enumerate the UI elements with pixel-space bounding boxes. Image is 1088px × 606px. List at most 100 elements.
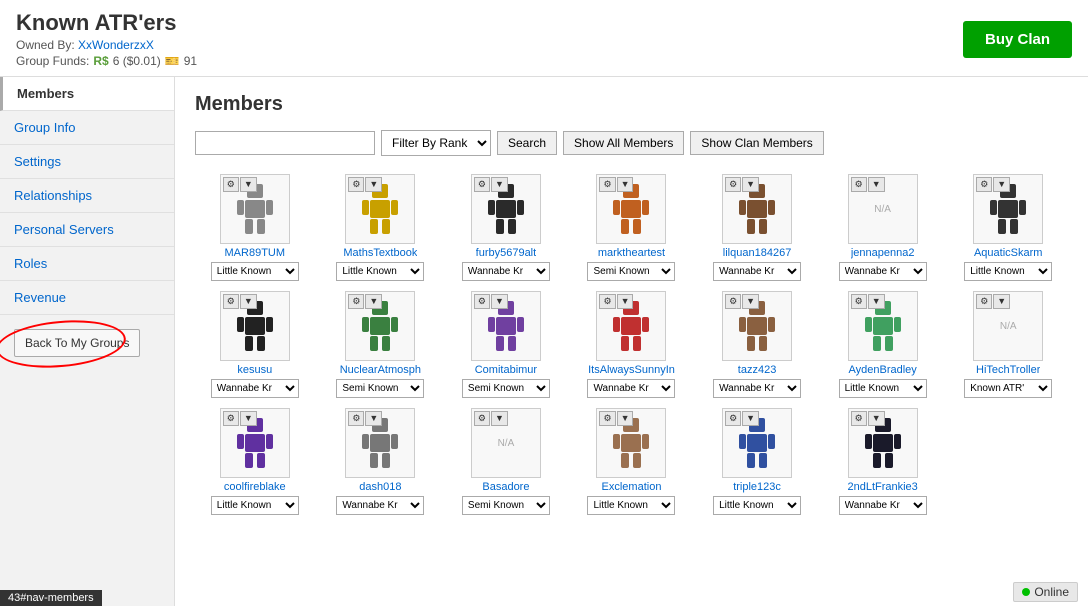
avatar-box: ⚙▼ bbox=[596, 291, 666, 361]
rank-select[interactable]: Little KnownSemi KnownWannabe KrKnown AT… bbox=[587, 496, 675, 515]
show-clan-members-button[interactable]: Show Clan Members bbox=[690, 131, 823, 155]
member-name[interactable]: 2ndLtFrankie3 bbox=[847, 481, 917, 493]
rank-select[interactable]: Little KnownSemi KnownWannabe KrKnown AT… bbox=[462, 379, 550, 398]
chevron-down-icon[interactable]: ▼ bbox=[240, 411, 257, 426]
rank-select[interactable]: Little KnownSemi KnownWannabe KrKnown AT… bbox=[713, 262, 801, 281]
member-name[interactable]: Exclemation bbox=[602, 481, 662, 493]
chevron-down-icon[interactable]: ▼ bbox=[365, 294, 382, 309]
gear-icon[interactable]: ⚙ bbox=[976, 294, 992, 309]
gear-icon[interactable]: ⚙ bbox=[223, 411, 239, 426]
buy-clan-button[interactable]: Buy Clan bbox=[963, 21, 1072, 58]
rank-select[interactable]: Little KnownSemi KnownWannabe KrKnown AT… bbox=[211, 496, 299, 515]
member-name[interactable]: AquaticSkarm bbox=[974, 247, 1042, 259]
rank-select[interactable]: Little KnownSemi KnownWannabe KrKnown AT… bbox=[713, 379, 801, 398]
member-name[interactable]: Basadore bbox=[482, 481, 529, 493]
member-name[interactable]: ItsAlwaysSunnyIn bbox=[588, 364, 675, 376]
member-name[interactable]: coolfireblake bbox=[224, 481, 286, 493]
member-name[interactable]: Comitabimur bbox=[475, 364, 537, 376]
gear-icon[interactable]: ⚙ bbox=[851, 177, 867, 192]
rank-select[interactable]: Little KnownSemi KnownWannabe KrKnown AT… bbox=[587, 379, 675, 398]
rank-select[interactable]: Little KnownSemi KnownWannabe KrKnown AT… bbox=[211, 379, 299, 398]
chevron-down-icon[interactable]: ▼ bbox=[868, 294, 885, 309]
chevron-down-icon[interactable]: ▼ bbox=[868, 177, 885, 192]
sidebar-item-personal-servers[interactable]: Personal Servers bbox=[0, 213, 174, 247]
gear-icon[interactable]: ⚙ bbox=[348, 177, 364, 192]
member-name[interactable]: furby5679alt bbox=[476, 247, 537, 259]
chevron-down-icon[interactable]: ▼ bbox=[742, 411, 759, 426]
chevron-down-icon[interactable]: ▼ bbox=[240, 294, 257, 309]
member-name[interactable]: HiTechTroller bbox=[976, 364, 1040, 376]
member-name[interactable]: dash018 bbox=[359, 481, 401, 493]
sidebar-item-settings[interactable]: Settings bbox=[0, 145, 174, 179]
chevron-down-icon[interactable]: ▼ bbox=[365, 411, 382, 426]
sidebar-item-group-info[interactable]: Group Info bbox=[0, 111, 174, 145]
member-name[interactable]: kesusu bbox=[237, 364, 272, 376]
member-name[interactable]: tazz423 bbox=[738, 364, 777, 376]
rank-select[interactable]: Little KnownSemi KnownWannabe KrKnown AT… bbox=[336, 262, 424, 281]
sidebar-item-members[interactable]: Members bbox=[0, 77, 174, 111]
chevron-down-icon[interactable]: ▼ bbox=[491, 294, 508, 309]
chevron-down-icon[interactable]: ▼ bbox=[617, 177, 634, 192]
rank-filter-select[interactable]: Filter By Rank Little Known Semi Known W… bbox=[381, 130, 491, 156]
rank-select[interactable]: Little KnownSemi KnownWannabe KrKnown AT… bbox=[462, 496, 550, 515]
chevron-down-icon[interactable]: ▼ bbox=[742, 294, 759, 309]
member-name[interactable]: marktheartest bbox=[598, 247, 665, 259]
rank-select[interactable]: Little KnownSemi KnownWannabe KrKnown AT… bbox=[587, 262, 675, 281]
rank-select[interactable]: Little KnownSemi KnownWannabe KrKnown AT… bbox=[964, 379, 1052, 398]
member-name[interactable]: MAR89TUM bbox=[225, 247, 286, 259]
gear-icon[interactable]: ⚙ bbox=[599, 177, 615, 192]
sidebar-item-roles[interactable]: Roles bbox=[0, 247, 174, 281]
chevron-down-icon[interactable]: ▼ bbox=[617, 411, 634, 426]
gear-icon[interactable]: ⚙ bbox=[976, 177, 992, 192]
chevron-down-icon[interactable]: ▼ bbox=[742, 177, 759, 192]
member-name[interactable]: NuclearAtmosph bbox=[340, 364, 421, 376]
search-input[interactable] bbox=[195, 131, 375, 155]
gear-icon[interactable]: ⚙ bbox=[474, 411, 490, 426]
back-to-my-groups-button[interactable]: Back To My Groups bbox=[14, 329, 140, 357]
gear-icon[interactable]: ⚙ bbox=[348, 294, 364, 309]
search-button[interactable]: Search bbox=[497, 131, 557, 155]
member-card: ⚙▼ dash018 Little KnownSemi KnownWannabe … bbox=[321, 408, 441, 515]
main-layout: Members Group Info Settings Relationship… bbox=[0, 77, 1088, 606]
chevron-down-icon[interactable]: ▼ bbox=[617, 294, 634, 309]
chevron-down-icon[interactable]: ▼ bbox=[491, 177, 508, 192]
sidebar-item-revenue[interactable]: Revenue bbox=[0, 281, 174, 315]
rank-select[interactable]: Little KnownSemi KnownWannabe KrKnown AT… bbox=[964, 262, 1052, 281]
chevron-down-icon[interactable]: ▼ bbox=[868, 411, 885, 426]
rank-select[interactable]: Little KnownSemi KnownWannabe KrKnown AT… bbox=[839, 262, 927, 281]
chevron-down-icon[interactable]: ▼ bbox=[365, 177, 382, 192]
gear-icon[interactable]: ⚙ bbox=[348, 411, 364, 426]
rank-select[interactable]: Little KnownSemi KnownWannabe KrKnown AT… bbox=[462, 262, 550, 281]
gear-icon[interactable]: ⚙ bbox=[725, 294, 741, 309]
owner-link[interactable]: XxWonderzxX bbox=[78, 38, 154, 52]
chevron-down-icon[interactable]: ▼ bbox=[240, 177, 257, 192]
gear-icon[interactable]: ⚙ bbox=[851, 411, 867, 426]
chevron-down-icon[interactable]: ▼ bbox=[491, 411, 508, 426]
rank-select[interactable]: Little KnownSemi KnownWannabe KrKnown AT… bbox=[336, 379, 424, 398]
gear-icon[interactable]: ⚙ bbox=[474, 294, 490, 309]
chevron-down-icon[interactable]: ▼ bbox=[993, 177, 1010, 192]
gear-icon[interactable]: ⚙ bbox=[223, 177, 239, 192]
member-controls: ⚙▼ bbox=[348, 294, 382, 309]
member-name[interactable]: MathsTextbook bbox=[343, 247, 417, 259]
show-all-members-button[interactable]: Show All Members bbox=[563, 131, 684, 155]
gear-icon[interactable]: ⚙ bbox=[851, 294, 867, 309]
member-controls: ⚙▼ bbox=[599, 411, 633, 426]
member-name[interactable]: jennapenna2 bbox=[851, 247, 915, 259]
chevron-down-icon[interactable]: ▼ bbox=[993, 294, 1010, 309]
gear-icon[interactable]: ⚙ bbox=[599, 294, 615, 309]
member-name[interactable]: AydenBradley bbox=[848, 364, 916, 376]
sidebar-item-relationships[interactable]: Relationships bbox=[0, 179, 174, 213]
member-name[interactable]: lilquan184267 bbox=[723, 247, 792, 259]
gear-icon[interactable]: ⚙ bbox=[725, 411, 741, 426]
rank-select[interactable]: Little KnownSemi KnownWannabe KrKnown AT… bbox=[336, 496, 424, 515]
gear-icon[interactable]: ⚙ bbox=[223, 294, 239, 309]
rank-select[interactable]: Little KnownSemi KnownWannabe KrKnown AT… bbox=[839, 379, 927, 398]
gear-icon[interactable]: ⚙ bbox=[725, 177, 741, 192]
rank-select[interactable]: Little KnownSemi KnownWannabe KrKnown AT… bbox=[839, 496, 927, 515]
rank-select[interactable]: Little KnownSemi KnownWannabe KrKnown AT… bbox=[713, 496, 801, 515]
member-name[interactable]: triple123c bbox=[733, 481, 781, 493]
rank-select[interactable]: Little KnownSemi KnownWannabe KrKnown AT… bbox=[211, 262, 299, 281]
gear-icon[interactable]: ⚙ bbox=[474, 177, 490, 192]
gear-icon[interactable]: ⚙ bbox=[599, 411, 615, 426]
